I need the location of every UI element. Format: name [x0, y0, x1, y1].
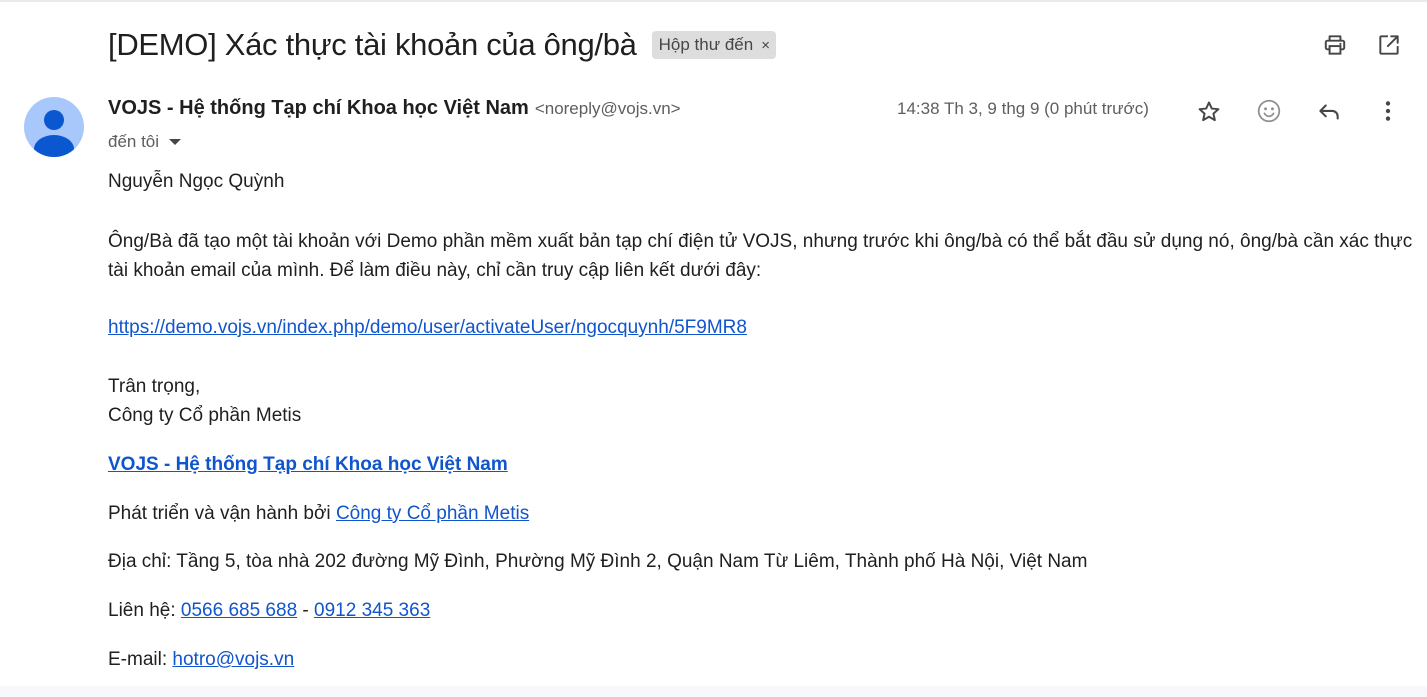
phone-link-1[interactable]: 0566 685 688: [181, 600, 297, 621]
brand-link[interactable]: VOJS - Hệ thống Tạp chí Khoa học Việt Na…: [108, 454, 508, 475]
sender-avatar[interactable]: [24, 97, 84, 157]
email-label: E-mail:: [108, 649, 173, 670]
emoji-reaction-icon: [1257, 99, 1281, 123]
recipient-details-toggle[interactable]: đến tôi: [108, 129, 182, 155]
top-divider: [0, 0, 1427, 2]
inbox-label-chip[interactable]: Hộp thư đến ×: [651, 31, 776, 59]
open-in-new-window-button[interactable]: [1369, 25, 1409, 65]
activation-link-line: https://demo.vojs.vn/index.php/demo/user…: [108, 313, 1418, 342]
email-date: 14:38 Th 3, 9 thg 9 (0 phút trước): [897, 99, 1149, 118]
reply-icon: [1319, 104, 1339, 120]
closing: Trân trọng,: [108, 376, 201, 397]
remove-label-button[interactable]: ×: [761, 37, 770, 54]
inbox-label-text: Hộp thư đến: [658, 35, 754, 54]
greeting: Nguyễn Ngọc Quỳnh: [108, 171, 285, 192]
subject-row: [DEMO] Xác thực tài khoản của ông/bà Hộp…: [108, 24, 776, 66]
print-icon: [1324, 35, 1346, 55]
phone-link-2[interactable]: 0912 345 363: [314, 600, 430, 621]
developer-link[interactable]: Công ty Cổ phần Metis: [336, 503, 529, 524]
developed-by-text: Phát triển và vận hành bởi: [108, 503, 336, 524]
email-subject: [DEMO] Xác thực tài khoản của ông/bà: [108, 27, 637, 62]
company-signature: Công ty Cổ phần Metis: [108, 405, 302, 426]
sender-email: <noreply@vojs.vn>: [534, 99, 681, 118]
star-icon: [1198, 101, 1220, 122]
support-email-link[interactable]: hotro@vojs.vn: [172, 649, 294, 670]
contact-separator: -: [297, 600, 315, 621]
recipient-label: đến tôi: [108, 132, 160, 151]
address: Địa chỉ: Tầng 5, tòa nhà 202 đường Mỹ Đì…: [108, 551, 1088, 572]
email-line: E-mail: hotro@vojs.vn: [108, 645, 1418, 674]
sender-name[interactable]: VOJS - Hệ thống Tạp chí Khoa học Việt Na…: [108, 97, 529, 120]
reply-button[interactable]: [1309, 92, 1349, 132]
star-button[interactable]: [1189, 92, 1229, 132]
print-button[interactable]: [1315, 25, 1355, 65]
contact-line: Liên hệ: 0566 685 688 - 0912 345 363: [108, 596, 1418, 625]
brand-link-line: VOJS - Hệ thống Tạp chí Khoa học Việt Na…: [108, 450, 1418, 479]
contact-label: Liên hệ:: [108, 600, 181, 621]
body-paragraph: Ông/Bà đã tạo một tài khoản với Demo phầ…: [108, 231, 1413, 281]
add-reaction-button[interactable]: [1249, 91, 1289, 131]
default-avatar-icon: [34, 110, 74, 157]
activation-link[interactable]: https://demo.vojs.vn/index.php/demo/user…: [108, 317, 747, 338]
sender-line: VOJS - Hệ thống Tạp chí Khoa học Việt Na…: [108, 97, 681, 125]
bottom-strip: [0, 686, 1427, 697]
more-vertical-icon: [1385, 101, 1391, 121]
open-in-new-window-icon: [1379, 35, 1399, 55]
developed-by-line: Phát triển và vận hành bởi Công ty Cổ ph…: [108, 499, 1418, 528]
chevron-down-icon: [169, 139, 182, 145]
more-options-button[interactable]: [1368, 91, 1408, 131]
